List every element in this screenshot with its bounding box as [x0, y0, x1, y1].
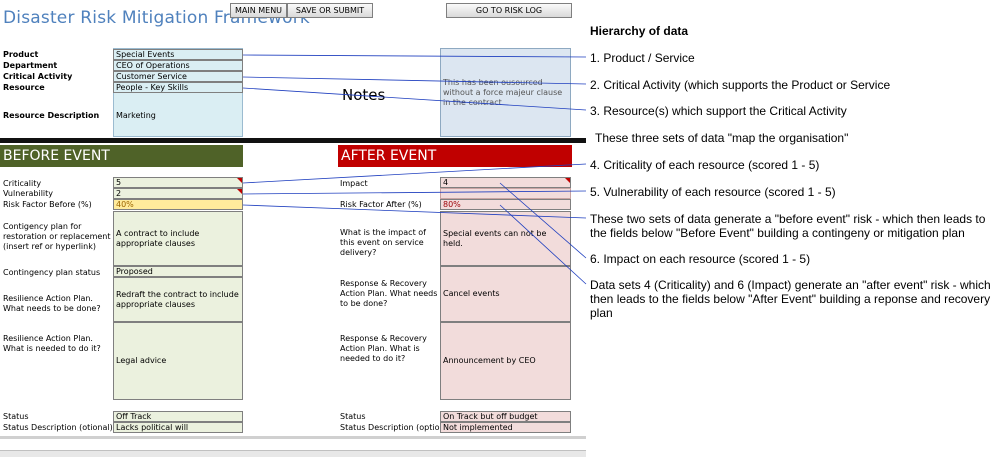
impact-field[interactable]: 4: [440, 177, 571, 188]
service-impact-label: What is the impact of this event on serv…: [340, 228, 426, 257]
save-or-submit-button[interactable]: SAVE OR SUBMIT: [287, 3, 373, 18]
critical-activity-label: Critical Activity: [3, 72, 73, 81]
resource-description-label: Resource Description: [3, 111, 100, 120]
contingency-label: Contigency plan for restoration or repla…: [3, 222, 111, 251]
critical-activity-field[interactable]: Customer Service: [113, 71, 243, 82]
status-before-label: Status: [3, 412, 29, 421]
hierarchy-item-6: 6. Impact on each resource (scored 1 - 5…: [590, 252, 811, 266]
contingency-field[interactable]: A contract to include appropriate clause…: [113, 211, 243, 266]
contingency-status-field[interactable]: Proposed: [113, 266, 243, 277]
status-after-label: Status: [340, 412, 366, 421]
impact-label: Impact: [340, 179, 368, 188]
main-menu-button[interactable]: MAIN MENU: [230, 3, 287, 18]
criticality-field[interactable]: 5: [113, 177, 243, 188]
resilience-resources-label: Resilience Action Plan. What is needed t…: [3, 334, 101, 353]
status-description-after-label: Status Description (optiona: [340, 423, 440, 432]
before-event-header: BEFORE EVENT: [0, 145, 243, 167]
hierarchy-item-1: 1. Product / Service: [590, 51, 695, 65]
resilience-need-label: Resilience Action Plan. What needs to be…: [3, 294, 101, 313]
department-label: Department: [3, 61, 58, 70]
risk-before-label: Risk Factor Before (%): [3, 200, 92, 209]
hierarchy-note-1: These three sets of data "map the organi…: [595, 131, 849, 145]
notes-heading: Notes: [342, 86, 386, 104]
hierarchy-item-5: 5. Vulnerability of each resource (score…: [590, 185, 836, 199]
service-impact-field[interactable]: Special events can not be held.: [440, 211, 571, 266]
horizontal-scrollbar[interactable]: [0, 450, 586, 457]
risk-after-label: Risk Factor After (%): [340, 200, 422, 209]
status-description-before-label: Status Description (otional): [3, 423, 113, 432]
status-after-field[interactable]: On Track but off budget: [440, 411, 571, 422]
response-need-label: Response & Recovery Action Plan. What ne…: [340, 279, 438, 308]
product-field[interactable]: Special Events: [113, 49, 243, 60]
section-divider: [0, 138, 586, 143]
status-description-before-field[interactable]: Lacks political will: [113, 422, 243, 433]
risk-before-field[interactable]: 40%: [113, 199, 243, 210]
hierarchy-item-4: 4. Criticality of each resource (scored …: [590, 158, 820, 172]
bottom-divider: [0, 436, 586, 439]
vulnerability-field[interactable]: 2: [113, 188, 243, 199]
hierarchy-note-3: Data sets 4 (Criticality) and 6 (Impact)…: [590, 278, 991, 320]
response-resources-field[interactable]: Announcement by CEO: [440, 322, 571, 400]
resource-label: Resource: [3, 83, 45, 92]
contingency-status-label: Contingency plan status: [3, 268, 101, 277]
resilience-need-field[interactable]: Redraft the contract to include appropri…: [113, 277, 243, 322]
after-event-header: AFTER EVENT: [338, 145, 572, 167]
hierarchy-item-2: 2. Critical Activity (which supports the…: [590, 78, 891, 92]
response-need-field[interactable]: Cancel events: [440, 266, 571, 322]
hierarchy-item-3: 3. Resource(s) which support the Critica…: [590, 104, 847, 118]
hierarchy-note-2: These two sets of data generate a "befor…: [590, 212, 986, 240]
status-before-field[interactable]: Off Track: [113, 411, 243, 422]
resource-field[interactable]: People - Key Skills: [113, 82, 243, 93]
criticality-label: Criticality: [3, 179, 42, 188]
product-label: Product: [3, 50, 39, 59]
vulnerability-label: Vulnerability: [3, 189, 54, 198]
resource-description-field[interactable]: Marketing: [116, 111, 156, 120]
department-field[interactable]: CEO of Operations: [113, 60, 243, 71]
go-to-risk-log-button[interactable]: GO TO RISK LOG: [446, 3, 572, 18]
resilience-resources-field[interactable]: Legal advice: [113, 322, 243, 400]
response-resources-label: Response & Recovery Action Plan. What is…: [340, 334, 427, 363]
notes-field[interactable]: This has been ousourced without a force …: [440, 48, 571, 137]
hierarchy-heading: Hierarchy of data: [590, 24, 689, 38]
risk-after-field[interactable]: 80%: [440, 199, 571, 210]
impact-spacer: [440, 188, 571, 199]
status-description-after-field[interactable]: Not implemented: [440, 422, 571, 433]
